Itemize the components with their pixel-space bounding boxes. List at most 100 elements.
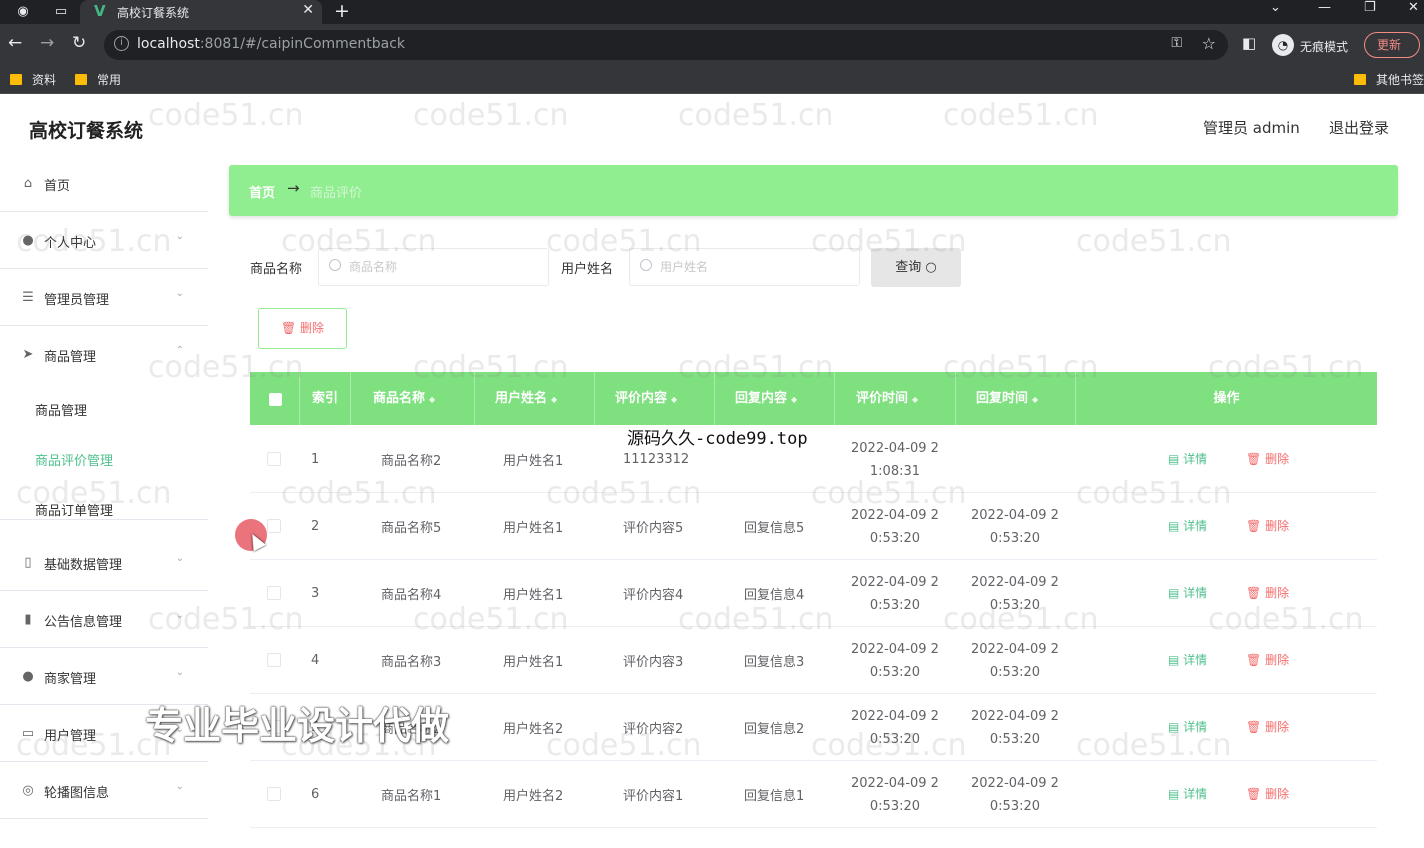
sidepanel-icon[interactable]: ◧: [1242, 34, 1256, 52]
folder-icon: [75, 74, 87, 85]
watermark: code51.cn: [943, 98, 1099, 133]
goods-name-input[interactable]: [349, 257, 539, 277]
site-info-icon[interactable]: i: [114, 36, 129, 51]
trash-icon: 🗑︎: [1246, 787, 1266, 801]
sidebar-item-profile[interactable]: ● 个人中心 ⌄: [0, 212, 208, 269]
browser-tab[interactable]: V 高校订餐系统 ✕: [80, 0, 322, 24]
header-operations: 操作: [1213, 391, 1240, 406]
cell-comment: 评价内容1: [623, 789, 684, 804]
header-reply[interactable]: 回复内容 ◆: [715, 372, 835, 425]
row-checkbox[interactable]: [267, 586, 281, 600]
batch-delete-button[interactable]: 🗑︎ 删除: [258, 308, 347, 349]
app-title: 高校订餐系统: [29, 120, 144, 142]
bookmark-folder[interactable]: 常用: [75, 71, 121, 88]
cell-reply-time: 2022-04-09 2 0:53:20: [971, 507, 1059, 546]
detail-button[interactable]: ▤ 详情: [1168, 450, 1207, 467]
doc-icon: ▤: [1168, 586, 1184, 600]
chevron-down-icon: ⌄: [175, 610, 184, 621]
user-icon: ●: [22, 233, 34, 248]
search-icon: ○: [925, 260, 937, 275]
row-checkbox[interactable]: [267, 519, 281, 533]
folder-icon: [1354, 74, 1366, 85]
select-all-checkbox[interactable]: [269, 393, 282, 406]
bookmark-folder[interactable]: 资料: [10, 71, 56, 88]
delete-button[interactable]: 🗑︎ 删除: [1246, 785, 1289, 802]
card-icon: ▭: [21, 726, 35, 741]
doc-icon: ▤: [1168, 519, 1184, 533]
cell-comment-time: 2022-04-09 2 0:53:20: [851, 641, 939, 680]
cell-user-name: 用户姓名1: [503, 588, 564, 603]
delete-button[interactable]: 🗑︎ 删除: [1246, 651, 1289, 668]
delete-button[interactable]: 🗑︎ 删除: [1246, 718, 1289, 735]
header-reply-time[interactable]: 回复时间 ◆: [956, 372, 1076, 425]
bookmarks-bar: 资料 常用 其他书签: [0, 66, 1424, 94]
header-comment[interactable]: 评价内容 ◆: [595, 372, 715, 425]
sidebar-item-notice[interactable]: ▮ 公告信息管理 ⌄: [0, 591, 208, 648]
url-input[interactable]: i localhost:8081/#/caipinCommentback ⚿ ☆: [104, 30, 1228, 60]
cell-goods-name: 商品名称2: [381, 454, 442, 469]
window-close-icon[interactable]: ✕: [1408, 0, 1419, 15]
watermark: code51.cn: [1076, 224, 1232, 259]
bookmark-star-icon[interactable]: ☆: [1202, 34, 1216, 53]
other-bookmarks[interactable]: 其他书签: [1354, 71, 1424, 88]
user-name-input[interactable]: [660, 257, 850, 277]
tab-search-icon[interactable]: ▭: [52, 3, 70, 21]
cell-user-name: 用户姓名2: [503, 789, 564, 804]
query-button[interactable]: 查询 ○: [871, 248, 961, 287]
new-tab-icon[interactable]: +: [334, 0, 350, 22]
maximize-icon[interactable]: ❐: [1364, 0, 1376, 15]
tab-list-icon[interactable]: ⌄: [1270, 0, 1281, 15]
cell-index: 1: [311, 452, 320, 467]
chrome-icon[interactable]: ◉: [14, 3, 32, 21]
goods-name-field[interactable]: [318, 248, 549, 286]
cell-index: 6: [311, 787, 320, 802]
breadcrumb-home[interactable]: 首页: [249, 182, 275, 201]
cell-goods-name: 商品名称1: [381, 789, 442, 804]
minimize-icon[interactable]: —: [1318, 0, 1331, 15]
header-goods-name[interactable]: 商品名称 ◆: [351, 372, 475, 425]
row-checkbox[interactable]: [267, 653, 281, 667]
ad-overlay-text: 专业毕业设计代做: [145, 704, 450, 748]
reload-icon[interactable]: ↻: [72, 33, 86, 53]
row-checkbox[interactable]: [267, 787, 281, 801]
forward-icon[interactable]: →: [40, 33, 54, 53]
header-user-name[interactable]: 用户姓名 ◆: [475, 372, 595, 425]
detail-button[interactable]: ▤ 详情: [1168, 785, 1207, 802]
table-header: 索引 商品名称 ◆ 用户姓名 ◆ 评价内容 ◆ 回复内容 ◆ 评价时间 ◆ 回复时间 ◆ 操…: [250, 372, 1377, 425]
sort-icon: ◆: [912, 395, 919, 404]
detail-button[interactable]: ▤ 详情: [1168, 651, 1207, 668]
user-name-field[interactable]: [629, 248, 860, 286]
sidebar-item-admin[interactable]: ☰ 管理员管理 ⌄: [0, 269, 208, 326]
detail-button[interactable]: ▤ 详情: [1168, 718, 1207, 735]
detail-button[interactable]: ▤ 详情: [1168, 517, 1207, 534]
sidebar-item-carousel[interactable]: ◎ 轮播图信息 ⌄: [0, 762, 208, 819]
user-name-label: 用户姓名: [561, 262, 614, 277]
header-index[interactable]: 索引: [300, 372, 351, 425]
delete-button[interactable]: 🗑︎ 删除: [1246, 584, 1289, 601]
table-row: 6 商品名称1 用户姓名2 评价内容1 回复信息1 2022-04-09 2 0:…: [250, 761, 1377, 828]
password-key-icon[interactable]: ⚿: [1171, 35, 1182, 51]
row-checkbox[interactable]: [267, 452, 281, 466]
vue-logo-icon: V: [94, 2, 106, 20]
trash-icon: 🗑︎: [280, 321, 301, 335]
sidebar-item-goods[interactable]: ➤ 商品管理 ⌃ 商品管理 商品评价管理 商品订单管理: [0, 326, 208, 520]
delete-button[interactable]: 🗑︎ 删除: [1246, 450, 1289, 467]
trash-icon: 🗑︎: [1246, 519, 1266, 533]
submenu-goods[interactable]: 商品管理: [35, 400, 87, 419]
sidebar-item-basedata[interactable]: ▯ 基础数据管理 ⌄: [0, 534, 208, 591]
cell-comment: 评价内容5: [623, 521, 684, 536]
cell-reply: 回复信息4: [744, 588, 805, 603]
detail-button[interactable]: ▤ 详情: [1168, 584, 1207, 601]
cell-reply-time: 2022-04-09 2 0:53:20: [971, 708, 1059, 747]
submenu-goods-order[interactable]: 商品订单管理: [35, 500, 113, 519]
logout-link[interactable]: 退出登录: [1329, 117, 1389, 138]
header-comment-time[interactable]: 评价时间 ◆: [835, 372, 956, 425]
submenu-goods-comment[interactable]: 商品评价管理: [35, 450, 113, 469]
sidebar-item-home[interactable]: ⌂ 首页: [0, 155, 208, 212]
update-button[interactable]: 更新: [1364, 32, 1420, 58]
watermark: code51.cn: [678, 98, 834, 133]
cell-index: 2: [311, 519, 320, 534]
back-icon[interactable]: ←: [8, 33, 22, 53]
delete-button[interactable]: 🗑︎ 删除: [1246, 517, 1289, 534]
tab-close-icon[interactable]: ✕: [302, 2, 314, 18]
